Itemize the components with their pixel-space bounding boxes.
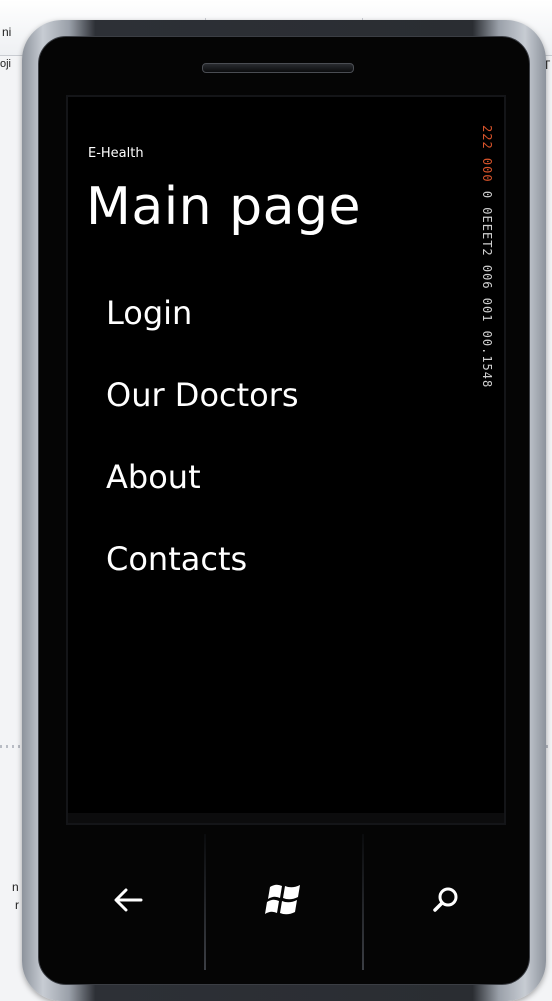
menu-item-login[interactable]: Login [106,290,299,372]
hardware-divider [204,834,206,970]
phone-screen: E-Health Main page Login Our Doctors Abo… [66,95,506,825]
earpiece [202,63,354,73]
frame-rate-counter-part: 222 [480,125,494,150]
frame-rate-counter-part: 000 [480,157,494,183]
menu-item-our-doctors[interactable]: Our Doctors [106,372,299,454]
hardware-divider [362,834,364,970]
screen-bottom-edge [68,813,504,823]
app-title: E-Health [88,146,144,161]
frame-rate-counter-part: 0 0EEET2 006 001 00.1548 [480,190,494,389]
windows-logo-icon [265,884,300,915]
main-menu: Login Our Doctors About Contacts [106,290,299,618]
start-button[interactable] [254,870,314,930]
ide-text-fragment: ni [2,25,12,39]
back-button[interactable] [98,870,158,930]
menu-item-contacts[interactable]: Contacts [106,536,299,618]
back-arrow-icon [114,888,143,912]
frame-rate-counter: 222 000 0 0EEET2 006 001 00.1548 [480,125,494,388]
ide-text-fragment: r [15,898,19,912]
ide-text-fragment: n [12,880,19,894]
desktop-background: ni oji T n r E-Health Main page Login Ou… [0,0,552,1001]
page-title: Main page [86,177,362,237]
ide-text-fragment: oji [0,58,12,70]
search-button[interactable] [416,870,476,930]
hardware-button-bar [22,830,546,970]
search-icon [433,887,458,912]
menu-item-about[interactable]: About [106,454,299,536]
